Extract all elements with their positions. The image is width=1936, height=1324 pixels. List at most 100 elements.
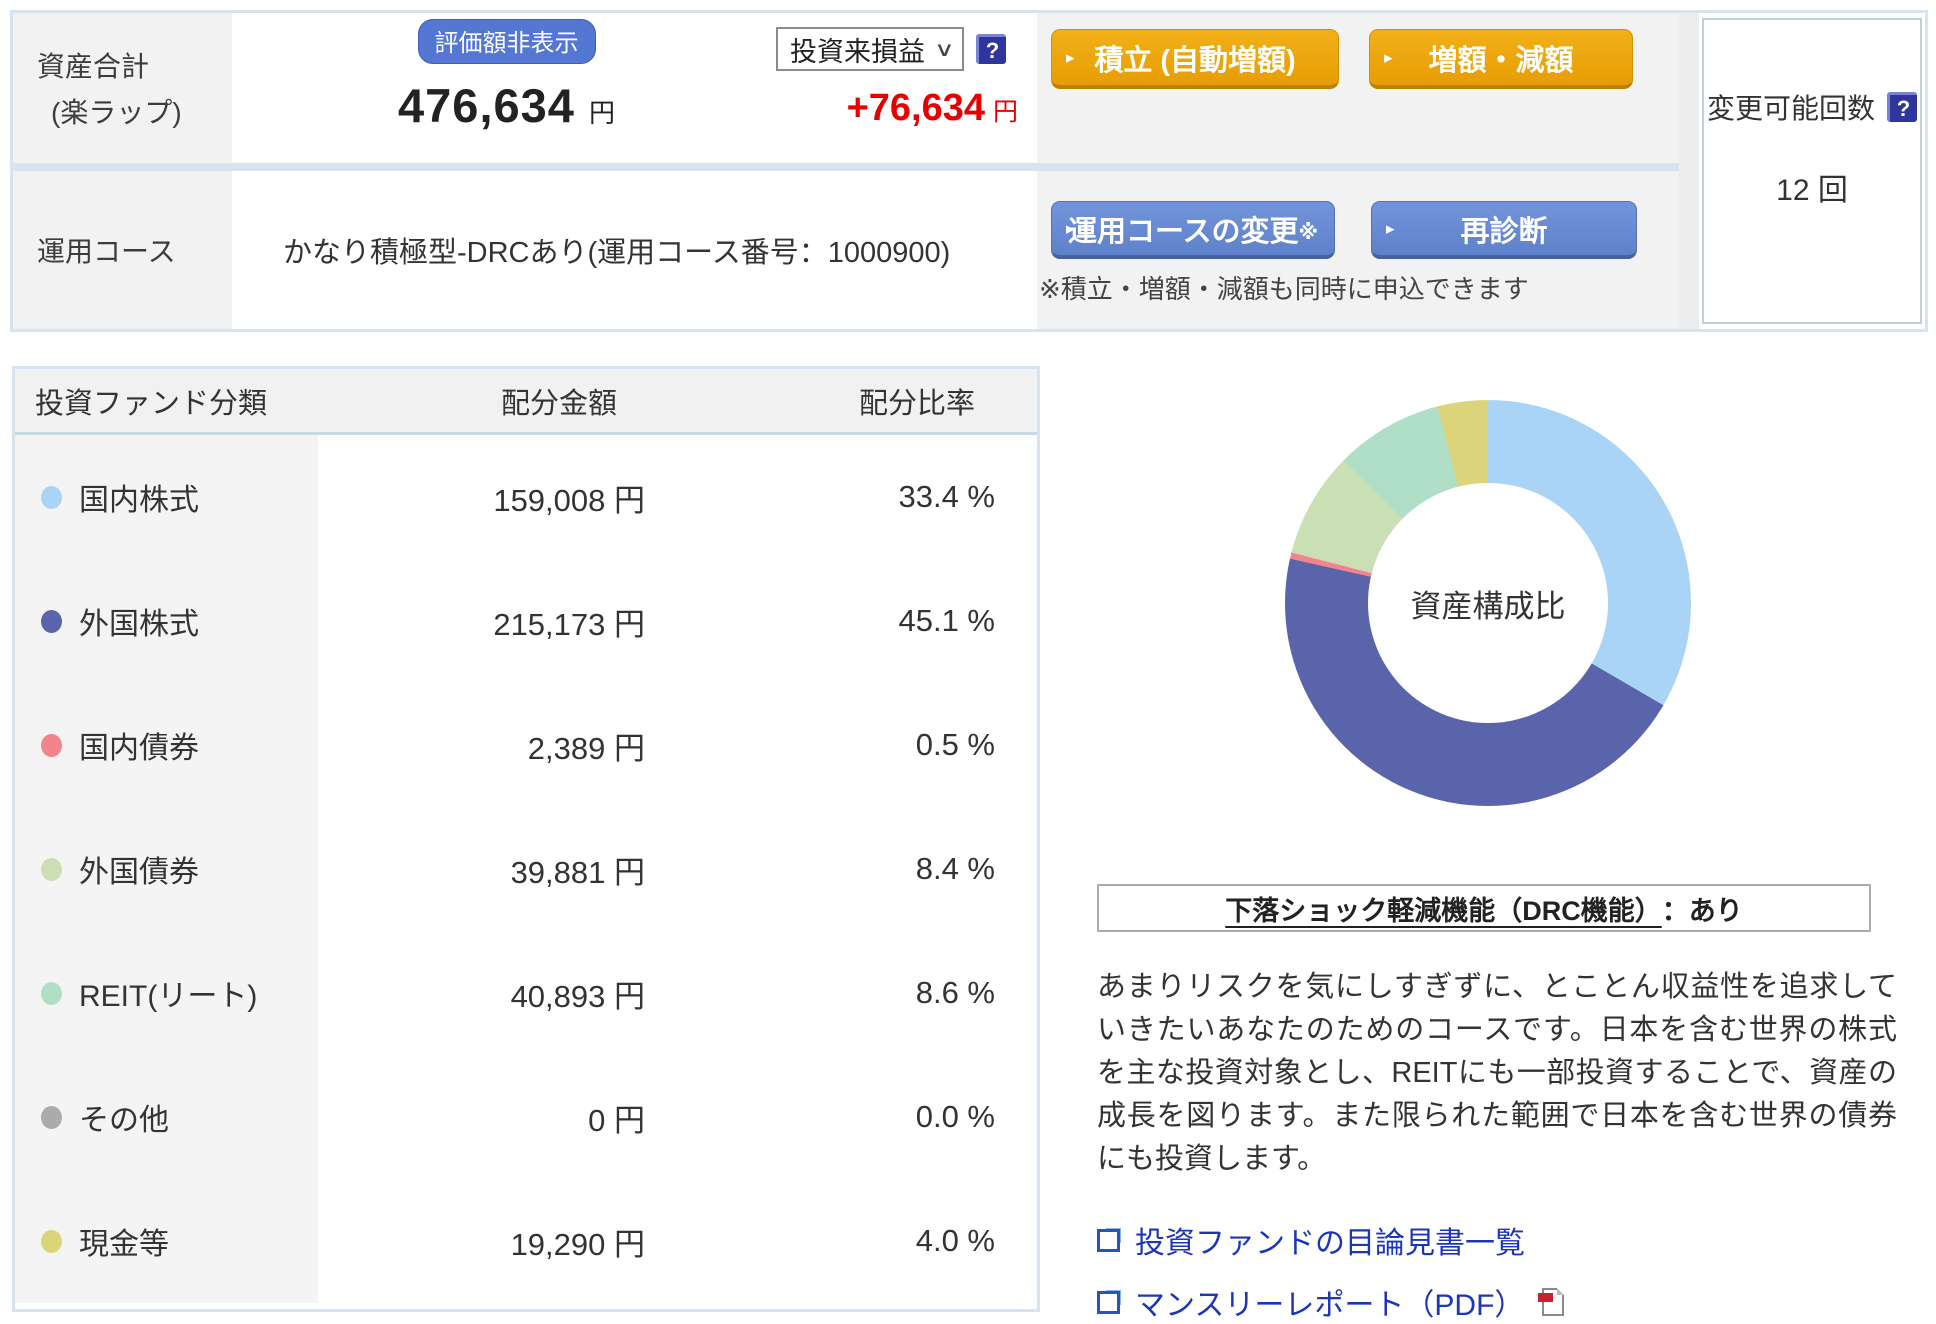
section-divider	[1679, 13, 1699, 329]
change-count-help-icon[interactable]: ?	[1887, 92, 1917, 122]
hide-valuation-button[interactable]: 評価額非表示	[417, 19, 596, 64]
category-label: その他	[79, 1104, 169, 1137]
drc-feature-title: 下落ショック軽減機能（DRC機能）	[1225, 895, 1662, 926]
amount-cell: 19,290 円	[510, 1226, 645, 1262]
category-color-dot	[41, 981, 62, 1005]
arrow-right-icon: ▸	[1386, 218, 1395, 238]
donut-center-label: 資産構成比	[1368, 483, 1608, 723]
ratio-cell: 0.0 %	[915, 1099, 995, 1134]
total-assets-unit: 円	[588, 98, 615, 128]
amount-cell: 0 円	[588, 1102, 645, 1138]
change-count-label: 変更可能回数	[1706, 93, 1875, 124]
arrow-right-icon: ▸	[1066, 218, 1075, 238]
drc-feature-value: ：あり	[1661, 895, 1743, 926]
tsumitate-button-label: 積立 (自動増額)	[1094, 44, 1296, 77]
simultaneous-application-note: ※積立・増額・減額も同時に申込できます	[1039, 274, 1529, 304]
profit-unit: 円	[992, 98, 1018, 126]
prospectus-link-label: 投資ファンドの目論見書一覧	[1135, 1227, 1525, 1260]
pl-period-select-value: 投資来損益	[790, 36, 925, 67]
header-allocation-ratio: 配分比率	[859, 387, 976, 420]
asset-composition-donut-chart: 資産構成比	[1285, 400, 1691, 806]
ratio-cell: 8.6 %	[915, 975, 995, 1010]
summary-grid: 資産合計 (楽ラップ) 評価額非表示 476,634 円 投資来損益 ∨ ? +…	[13, 13, 1679, 329]
profit-value: +76,634	[846, 87, 985, 129]
amount-cell: 39,881 円	[510, 854, 645, 890]
change-count-label-row: 変更可能回数 ?	[1707, 87, 1917, 127]
course-label-cell: 運用コース	[13, 171, 232, 329]
zougaku-gengaku-button[interactable]: ▸ 増額・減額	[1369, 29, 1633, 89]
course-actions-cell: ▸ 運用コースの変更 ※ ▸ 再診断 ※積立・増額・減額も同時に申込できます	[1037, 171, 1679, 329]
category-label: 外国株式	[79, 608, 199, 641]
table-row: 国内債券 2,389 円 0.5 %	[15, 683, 1037, 807]
category-color-dot	[41, 609, 62, 633]
total-assets-amount: 476,634	[398, 79, 575, 132]
row-label-cell: 国内債券	[15, 683, 323, 807]
assets-actions-cell: ▸ 積立 (自動増額) ▸ 増額・減額	[1037, 13, 1679, 163]
category-label: 国内債券	[79, 732, 199, 765]
profit-row: +76,634 円	[776, 87, 1032, 130]
amount-cell: 2,389 円	[527, 730, 645, 766]
category-label: 国内株式	[79, 484, 199, 517]
monthly-report-link[interactable]: マンスリーレポート（PDF）	[1097, 1280, 1565, 1324]
external-window-icon	[1097, 1228, 1121, 1252]
total-assets-sublabel: (楽ラップ)	[51, 97, 182, 128]
table-row: 現金等 19,290 円 4.0 %	[15, 1179, 1037, 1303]
arrow-right-icon: ▸	[1066, 47, 1075, 67]
pdf-icon	[1538, 1288, 1565, 1316]
total-assets-value-cell: 評価額非表示 476,634 円 投資来損益 ∨ ? +76,634 円	[237, 13, 1032, 163]
course-value: かなり積極型-DRCあり(運用コース番号：1000900)	[283, 237, 951, 269]
ratio-cell: 0.5 %	[915, 727, 995, 762]
drc-feature-box: 下落ショック軽減機能（DRC機能） ：あり	[1097, 884, 1871, 932]
row-label-cell: 外国株式	[15, 559, 323, 683]
ratio-cell: 8.4 %	[915, 851, 995, 886]
pl-select-row: 投資来損益 ∨ ?	[776, 27, 1032, 71]
external-window-icon	[1097, 1290, 1121, 1314]
change-count-value: 12 回	[1776, 174, 1848, 207]
account-summary-section: 資産合計 (楽ラップ) 評価額非表示 476,634 円 投資来損益 ∨ ? +…	[10, 10, 1928, 332]
row-label-cell: その他	[15, 1055, 323, 1179]
ratio-cell: 4.0 %	[915, 1223, 995, 1258]
amount-cell: 159,008 円	[493, 482, 645, 518]
total-assets-amount-row: 476,634 円	[237, 78, 776, 133]
pl-help-icon[interactable]: ?	[976, 34, 1006, 64]
tsumitate-button[interactable]: ▸ 積立 (自動増額)	[1051, 29, 1339, 89]
prospectus-link[interactable]: 投資ファンドの目論見書一覧	[1097, 1218, 1564, 1262]
change-count-box: 変更可能回数 ? 12 回	[1702, 18, 1922, 324]
table-row: REIT(リート) 40,893 円 8.6 %	[15, 931, 1037, 1055]
course-change-button-label: 運用コースの変更	[1067, 215, 1299, 248]
row-label-cell: 外国債券	[15, 807, 323, 931]
category-label: REIT(リート)	[79, 980, 258, 1013]
course-change-button[interactable]: ▸ 運用コースの変更 ※	[1051, 201, 1335, 259]
course-label: 運用コース	[37, 236, 176, 267]
category-color-dot	[41, 1229, 62, 1253]
total-assets-label: 資産合計	[37, 51, 150, 82]
table-row: その他 0 円 0.0 %	[15, 1055, 1037, 1179]
course-description: あまりリスクを気にしすぎずに、とことん収益性を追求していきたいあなたのためのコー…	[1097, 971, 1897, 1175]
amount-cell: 215,173 円	[493, 606, 645, 642]
header-fund-category: 投資ファンド分類	[35, 387, 268, 420]
ratio-cell: 45.1 %	[898, 603, 995, 638]
row-label-cell: 国内株式	[15, 435, 323, 559]
course-change-button-suffix: ※	[1298, 222, 1318, 244]
header-allocation-amount: 配分金額	[501, 387, 618, 420]
category-color-dot	[41, 485, 62, 509]
rediagnosis-button[interactable]: ▸ 再診断	[1371, 201, 1637, 259]
rediagnosis-button-label: 再診断	[1460, 215, 1548, 248]
fund-allocation-table: 投資ファンド分類 配分金額 配分比率 国内株式 159,008 円 33.4 %…	[12, 366, 1040, 1312]
zougaku-button-label: 増額・減額	[1428, 44, 1574, 77]
pl-period-select[interactable]: 投資来損益 ∨	[776, 27, 964, 71]
table-row: 外国株式 215,173 円 45.1 %	[15, 559, 1037, 683]
course-value-cell: かなり積極型-DRCあり(運用コース番号：1000900)	[237, 171, 1032, 329]
category-label: 現金等	[79, 1228, 169, 1261]
total-assets-label-cell: 資産合計 (楽ラップ)	[13, 13, 232, 163]
row-label-cell: 現金等	[15, 1179, 323, 1303]
category-color-dot	[41, 1105, 62, 1129]
category-label: 外国債券	[79, 856, 199, 889]
ratio-cell: 33.4 %	[898, 479, 995, 514]
category-color-dot	[41, 733, 62, 757]
category-color-dot	[41, 857, 62, 881]
arrow-right-icon: ▸	[1384, 47, 1393, 67]
row-label-cell: REIT(リート)	[15, 931, 323, 1055]
total-assets-value-area: 評価額非表示 476,634 円	[237, 13, 776, 163]
monthly-report-link-label: マンスリーレポート（PDF）	[1135, 1289, 1525, 1322]
